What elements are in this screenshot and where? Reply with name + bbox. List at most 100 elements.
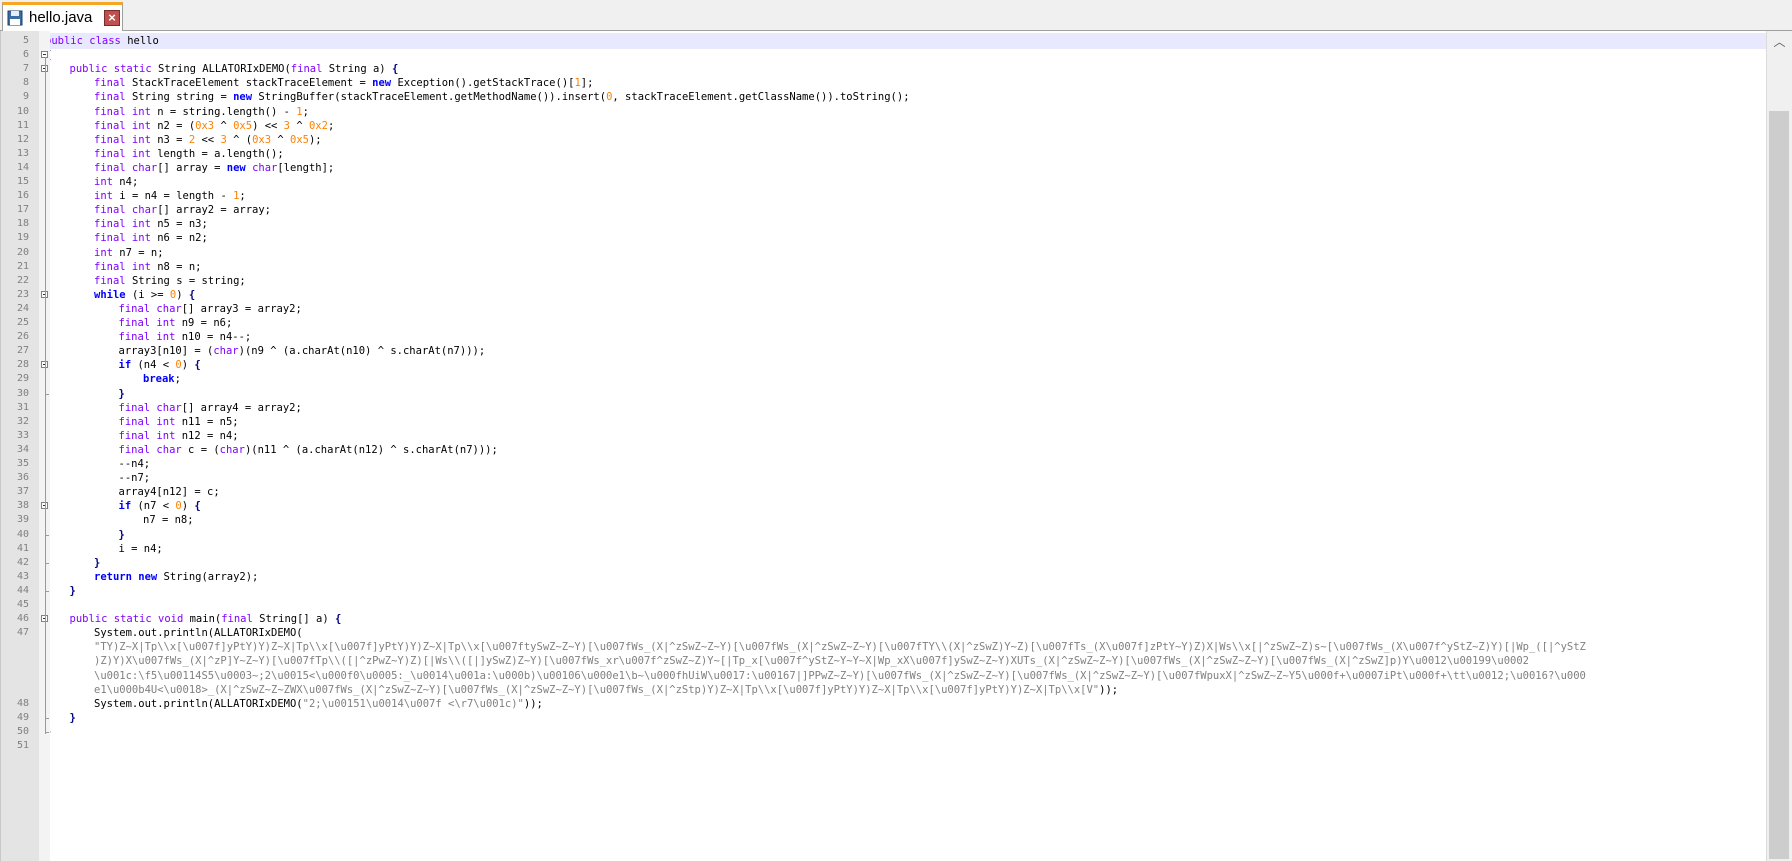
code-token: <<: [195, 133, 221, 146]
code-token: final int: [118, 317, 182, 329]
code-token: 0x5: [233, 119, 253, 132]
code-token: String a): [328, 63, 392, 76]
code-token: n6 = n2;: [157, 232, 208, 245]
code-token: final int: [94, 105, 158, 118]
code-token: ^: [214, 119, 234, 132]
code-token: [] array4 = array2;: [181, 401, 302, 414]
code-token: [] array =: [157, 161, 227, 174]
code-token: [length];: [277, 161, 335, 174]
code-token: n7 = n;: [119, 246, 164, 259]
code-token: {: [50, 49, 51, 61]
code-token: )(n11 ^ (a.charAt(n12) ^ s.charAt(n7)));: [244, 443, 498, 456]
code-token: length = a.length();: [157, 147, 284, 160]
code-token: public static void: [69, 613, 190, 626]
code-token: n9 = n6;: [181, 317, 233, 329]
code-token: final: [290, 63, 329, 76]
code-token: char: [219, 443, 245, 456]
scrollbar-thumb[interactable]: [1769, 111, 1789, 859]
code-token: final int: [118, 429, 182, 442]
code-token: new: [372, 77, 398, 90]
code-token: {: [391, 63, 399, 76]
code-token: final int: [94, 232, 158, 245]
code-token: public: [50, 35, 83, 47]
code-line: n7 = n8;: [143, 512, 194, 528]
code-token: }: [118, 387, 125, 400]
code-token: 0x2: [308, 119, 328, 132]
code-token: --n4;: [118, 458, 151, 470]
floppy-disk-icon: [7, 10, 23, 26]
code-token: n3 =: [157, 133, 189, 146]
code-token: int: [94, 176, 120, 188]
code-token: c = (: [188, 443, 220, 456]
code-token: , stackTraceElement.getClassName()).toSt…: [612, 91, 910, 104]
code-token: i = n4;: [118, 542, 163, 555]
code-token: e1\u000b4U<\u0018>_(X|^zSwZ~Z~ZWX\u007fW…: [94, 683, 1100, 696]
vertical-scrollbar[interactable]: ︿: [1766, 31, 1792, 861]
code-token: while: [94, 288, 132, 301]
code-token: "TY)Z~X|Tp\\x[\u007f]yPtY)Y)Z~X|Tp\\x[\u…: [94, 641, 1586, 654]
line-number: 51: [16, 740, 29, 751]
code-token: {: [335, 613, 342, 626]
code-token: final int: [94, 147, 158, 160]
code-token: final: [94, 91, 132, 104]
tab-bar: hello.java ×: [0, 0, 1792, 31]
tab-label: hello.java: [29, 9, 93, 26]
code-token: n = string.length() -: [157, 105, 297, 118]
close-icon[interactable]: ×: [104, 10, 120, 26]
code-area[interactable]: public class hello{public static String …: [50, 31, 1766, 861]
code-token: n2 = (: [157, 119, 196, 132]
code-token: ) <<: [252, 119, 284, 132]
code-token: )Z)Y)X\u007fWs_(X|^zP]Y~Z~Y)[\u007fTp\\(…: [94, 655, 1529, 668]
code-token: (i >=: [131, 288, 170, 301]
code-token: final int: [94, 260, 158, 273]
code-editor[interactable]: 5 6 7 8 9 10 11 12 13 14 15 16 17 18 19 20 21 22 23 24 25 26 2…: [0, 31, 1792, 861]
code-token: }: [50, 726, 51, 738]
code-token: (n7 <: [137, 500, 176, 513]
code-token: final int: [94, 119, 158, 132]
code-token: [] array2 = array;: [157, 204, 272, 217]
code-token: ;: [239, 190, 246, 203]
code-line: System.out.println(ALLATORIxDEMO("2;\u00…: [94, 696, 543, 712]
code-token: final int: [118, 415, 182, 428]
code-token: static: [113, 63, 159, 76]
code-token: );: [308, 133, 322, 146]
code-token: {: [194, 500, 201, 513]
code-token: class: [89, 35, 128, 47]
chevron-up-icon[interactable]: ︿: [1767, 31, 1792, 53]
code-token: hello: [127, 35, 159, 47]
code-token: String[] a): [259, 613, 336, 626]
code-token: ;: [174, 373, 181, 386]
current-line-highlight: [50, 33, 1766, 49]
code-token: --n7;: [118, 472, 151, 485]
code-token: return new: [94, 570, 164, 583]
code-token: "2;\u00151\u0014\u007f <\r7\u001c)": [302, 697, 524, 710]
code-token: )(n9 ^ (a.charAt(n10) ^ s.charAt(n7)));: [238, 345, 486, 358]
code-token: final char: [118, 443, 189, 456]
code-token: System.out.println(ALLATORIxDEMO(: [94, 697, 303, 710]
code-line: }: [70, 583, 76, 599]
code-token: n4;: [119, 176, 139, 188]
code-token: 0x3: [195, 119, 215, 132]
code-token: [] array3 = array2;: [181, 302, 302, 315]
code-token: i = n4 = length -: [119, 190, 234, 203]
fold-guide-line: [45, 57, 46, 734]
code-token: }: [118, 528, 125, 541]
code-token: ));: [1099, 683, 1119, 696]
code-token: ));: [523, 697, 543, 710]
code-line: i = n4;: [119, 541, 163, 557]
code-token: char: [213, 345, 239, 358]
code-token: n10 = n4--;: [181, 331, 252, 344]
code-token: int: [94, 190, 120, 203]
code-line: }: [50, 724, 51, 740]
tab-hello-java[interactable]: hello.java ×: [2, 2, 123, 31]
code-token: final: [94, 77, 132, 90]
code-token: final char: [94, 161, 158, 174]
code-line: }: [70, 710, 76, 726]
code-token: n11 = n5;: [181, 415, 239, 428]
code-line: break;: [143, 371, 181, 387]
code-token: final char: [118, 302, 182, 315]
code-token: 0x5: [290, 133, 309, 146]
code-token: main(: [189, 613, 222, 626]
code-token: ;: [302, 105, 309, 118]
code-token: ): [181, 500, 195, 513]
